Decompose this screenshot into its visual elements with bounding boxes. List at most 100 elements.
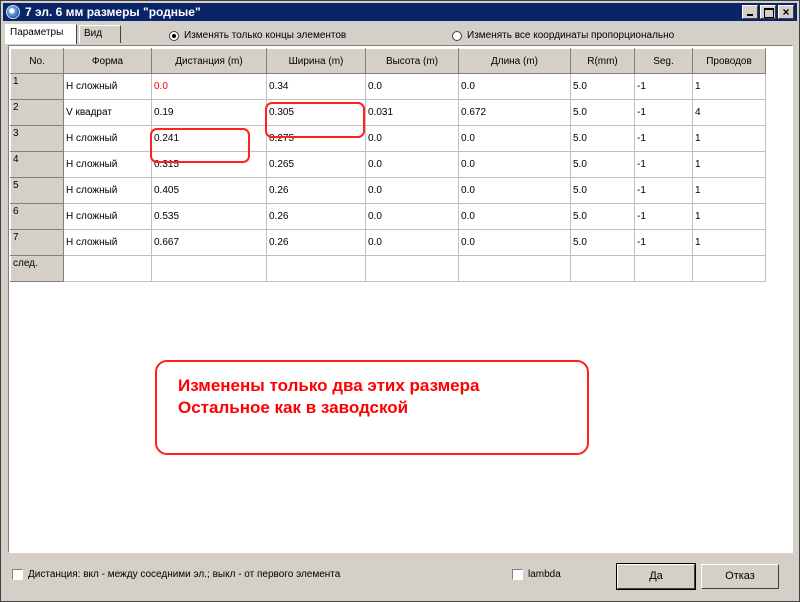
table-cell[interactable]: 0.0	[365, 125, 459, 152]
row-number[interactable]: след.	[10, 255, 64, 282]
table-cell[interactable]: 5.0	[570, 73, 635, 100]
table-cell[interactable]: -1	[634, 125, 693, 152]
column-header[interactable]: Проводов	[692, 48, 766, 74]
close-icon[interactable]: ×	[778, 5, 794, 19]
table-cell[interactable]: 0.34	[266, 73, 366, 100]
table-cell[interactable]: H сложный	[63, 177, 152, 204]
table-cell[interactable]: 5.0	[570, 151, 635, 178]
table-cell[interactable]: 0.031	[365, 99, 459, 126]
row-number[interactable]: 5	[10, 177, 64, 204]
column-header[interactable]: Seg.	[634, 48, 693, 74]
table-cell[interactable]: 5.0	[570, 125, 635, 152]
table-cell[interactable]: 0.667	[151, 229, 267, 256]
maximize-icon[interactable]	[760, 5, 776, 19]
column-header[interactable]: Высота (m)	[365, 48, 459, 74]
table-cell[interactable]: 0.0	[458, 229, 571, 256]
column-header[interactable]: Форма	[63, 48, 152, 74]
table-cell[interactable]: 1	[692, 177, 766, 204]
column-header[interactable]: No.	[10, 48, 64, 74]
table-row: 3H сложный 0.241 0.275 0.0 0.0 5.0 -1 1	[10, 125, 766, 152]
table-cell[interactable]: H сложный	[63, 73, 152, 100]
table-cell[interactable]: 0.265	[266, 151, 366, 178]
table-cell[interactable]: 0.535	[151, 203, 267, 230]
table-cell[interactable]: 0.0	[365, 229, 459, 256]
table-cell[interactable]: 1	[692, 125, 766, 152]
table-cell[interactable]: 0.0	[458, 125, 571, 152]
table-cell[interactable]: 1	[692, 151, 766, 178]
table-cell[interactable]: 0.0	[151, 73, 267, 100]
table-cell[interactable]	[692, 255, 766, 282]
table-cell[interactable]: 5.0	[570, 229, 635, 256]
table-cell[interactable]: -1	[634, 151, 693, 178]
table-cell[interactable]: 4	[692, 99, 766, 126]
highlight-width-cell	[265, 102, 365, 138]
ok-button[interactable]: Да	[616, 563, 696, 590]
radio-proportional-button[interactable]	[452, 30, 462, 41]
cancel-button[interactable]: Отказ	[701, 564, 779, 589]
table-cell[interactable]	[634, 255, 693, 282]
table-cell[interactable]: H сложный	[63, 125, 152, 152]
table-cell[interactable]: 0.405	[151, 177, 267, 204]
table-cell[interactable]: -1	[634, 229, 693, 256]
table-cell[interactable]: H сложный	[63, 203, 152, 230]
row-number[interactable]: 6	[10, 203, 64, 230]
table-cell[interactable]: 0.26	[266, 177, 366, 204]
distance-mode-checkbox[interactable]	[12, 569, 23, 580]
table-cell[interactable]	[63, 255, 152, 282]
tab-parameters[interactable]: Параметры	[5, 24, 77, 44]
table-cell[interactable]: 0.0	[365, 177, 459, 204]
tab-view[interactable]: Вид	[79, 25, 121, 43]
table-cell[interactable]: V квадрат	[63, 99, 152, 126]
elements-grid: No. Форма Дистанция (m) Ширина (m) Высот…	[10, 48, 766, 282]
minimize-icon[interactable]	[742, 5, 758, 19]
table-cell[interactable]	[570, 255, 635, 282]
table-cell[interactable]: 5.0	[570, 177, 635, 204]
table-cell[interactable]: 1	[692, 73, 766, 100]
table-cell[interactable]: 5.0	[570, 99, 635, 126]
table-cell[interactable]: 1	[692, 203, 766, 230]
row-number[interactable]: 1	[10, 73, 64, 100]
title-bar[interactable]: 7 эл. 6 мм размеры "родные" ×	[3, 3, 797, 21]
lambda-checkbox[interactable]	[512, 569, 523, 580]
table-cell[interactable]: 0.0	[365, 151, 459, 178]
table-cell[interactable]	[458, 255, 571, 282]
table-cell[interactable]: H сложный	[63, 151, 152, 178]
column-header[interactable]: Длина (m)	[458, 48, 571, 74]
table-cell[interactable]	[365, 255, 459, 282]
lambda-option[interactable]: lambda	[512, 569, 561, 580]
table-cell[interactable]: 0.0	[458, 203, 571, 230]
table-cell[interactable]: -1	[634, 177, 693, 204]
table-cell[interactable]	[266, 255, 366, 282]
column-header[interactable]: R(mm)	[570, 48, 635, 74]
annotation-line: Остальное как в заводской	[178, 398, 409, 417]
table-cell[interactable]: 0.0	[458, 151, 571, 178]
distance-mode-option[interactable]: Дистанция: вкл - между соседними эл.; вы…	[12, 569, 340, 580]
row-number[interactable]: 4	[10, 151, 64, 178]
row-number[interactable]: 2	[10, 99, 64, 126]
table-cell[interactable]: 1	[692, 229, 766, 256]
column-header[interactable]: Ширина (m)	[266, 48, 366, 74]
radio-ends-only-button[interactable]	[169, 30, 179, 41]
table-cell[interactable]: 5.0	[570, 203, 635, 230]
row-number[interactable]: 3	[10, 125, 64, 152]
table-cell[interactable]: -1	[634, 99, 693, 126]
column-header[interactable]: Дистанция (m)	[151, 48, 267, 74]
table-cell[interactable]	[151, 255, 267, 282]
table-cell[interactable]: 0.0	[458, 177, 571, 204]
highlight-distance-cell	[150, 128, 250, 163]
app-globe-icon[interactable]	[6, 5, 20, 19]
radio-proportional[interactable]: Изменять все координаты пропорционально	[452, 30, 674, 41]
table-cell[interactable]: -1	[634, 203, 693, 230]
radio-ends-only[interactable]: Изменять только концы элементов	[169, 30, 346, 41]
lambda-label: lambda	[528, 569, 561, 580]
table-cell[interactable]: 0.0	[365, 73, 459, 100]
table-cell[interactable]: 0.0	[365, 203, 459, 230]
table-cell[interactable]: 0.26	[266, 203, 366, 230]
table-cell[interactable]: -1	[634, 73, 693, 100]
row-number[interactable]: 7	[10, 229, 64, 256]
table-cell[interactable]: 0.0	[458, 73, 571, 100]
table-cell[interactable]: 0.19	[151, 99, 267, 126]
table-cell[interactable]: 0.672	[458, 99, 571, 126]
table-cell[interactable]: 0.26	[266, 229, 366, 256]
table-cell[interactable]: H сложный	[63, 229, 152, 256]
